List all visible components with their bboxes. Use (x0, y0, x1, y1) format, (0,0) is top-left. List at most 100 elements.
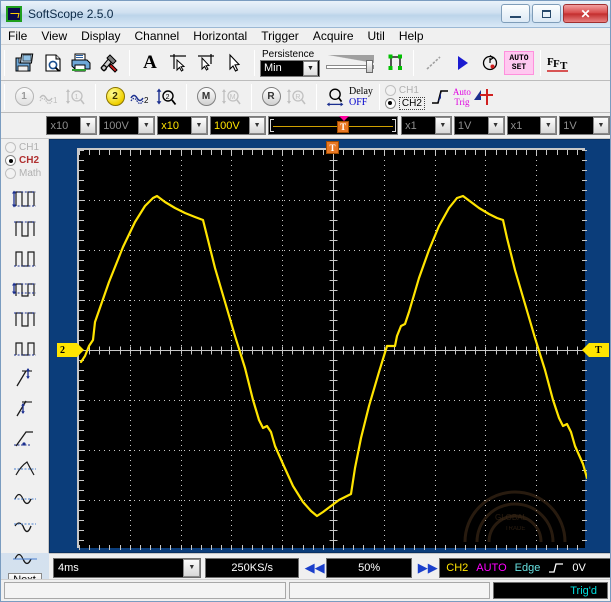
trigger-position-bar[interactable]: T (268, 116, 399, 135)
ref-enable-button[interactable]: R (258, 84, 284, 110)
minimize-button[interactable] (501, 4, 530, 23)
persistence-slider[interactable] (326, 52, 378, 74)
ch1-vertical-zoom-icon[interactable]: 1 (63, 84, 89, 110)
svg-text:1: 1 (53, 96, 58, 105)
delay-control[interactable]: Delay OFF (349, 86, 373, 108)
trigger-level-icon[interactable] (471, 84, 497, 110)
line-draw-icon[interactable] (420, 49, 448, 77)
auto-set-button[interactable]: AUTO SET (504, 50, 534, 75)
ref-volts-select[interactable]: 1V ▼ (559, 116, 610, 135)
toolbar-channels: 1 1 1 2 2 2 M M R R Delay OFF CH1 CH2 Au… (1, 81, 610, 113)
meas-preshoot-icon[interactable] (8, 394, 42, 423)
math-vertical-zoom-icon[interactable]: M (219, 84, 245, 110)
ch1-waveform-icon[interactable]: 1 (37, 84, 63, 110)
svg-text:R: R (295, 94, 300, 101)
print-icon[interactable] (67, 49, 95, 77)
chevron-down-icon[interactable]: ▼ (434, 117, 451, 134)
menu-display[interactable]: Display (74, 28, 127, 44)
chevron-down-icon[interactable]: ▼ (487, 117, 504, 134)
meas-vmin-icon[interactable] (8, 244, 42, 273)
sidebar-radio-math[interactable]: Math (5, 167, 48, 180)
meas-vbase-icon[interactable] (8, 334, 42, 363)
save-icon[interactable] (11, 49, 39, 77)
menu-help[interactable]: Help (392, 28, 431, 44)
ref-tool-group: R R (255, 81, 313, 112)
meas-vtop-icon[interactable] (8, 304, 42, 333)
trigger-source-ch1[interactable]: CH1 (384, 84, 425, 97)
math-enable-button[interactable]: M (193, 84, 219, 110)
timebase-select[interactable]: 4ms ▼ (53, 557, 202, 578)
math-probe-value: x1 (405, 119, 417, 132)
chevron-down-icon[interactable]: ▼ (191, 117, 207, 134)
chevron-down-icon[interactable]: ▼ (138, 117, 155, 134)
run-play-icon[interactable] (448, 49, 476, 77)
sidebar-radio-ch1[interactable]: CH1 (5, 141, 48, 154)
cursor-vertical-icon[interactable] (192, 49, 220, 77)
chevron-down-icon[interactable]: ▼ (183, 558, 201, 577)
menu-channel[interactable]: Channel (128, 28, 187, 44)
chevron-down-icon[interactable]: ▼ (592, 117, 609, 134)
ch1-probe-select[interactable]: x10 ▼ (46, 116, 98, 135)
close-button[interactable]: ✕ (563, 4, 608, 23)
ch1-enable-button[interactable]: 1 (11, 84, 37, 110)
maximize-button[interactable] (532, 4, 561, 23)
text-tool-icon[interactable]: A (136, 49, 164, 77)
toolbar-separator (4, 49, 5, 76)
toolbar-separator (413, 49, 414, 76)
position-next-button[interactable]: ▶▶ (418, 558, 438, 578)
auto-trig-button[interactable]: Auto Trig (453, 87, 471, 107)
trigger-level-marker[interactable]: T (582, 343, 609, 357)
fft-icon[interactable]: F F T (544, 49, 572, 77)
ch2-probe-select[interactable]: x10 ▼ (157, 116, 208, 135)
slider-knob[interactable] (366, 59, 373, 73)
ch2-ground-marker[interactable]: 2 (57, 343, 84, 357)
ch2-enable-button[interactable]: 2 (102, 84, 128, 110)
persistence-markers-icon[interactable] (382, 49, 410, 77)
meas-vrms-icon[interactable] (8, 514, 42, 543)
math-volts-select[interactable]: 1V ▼ (453, 116, 505, 135)
meas-risetime-icon[interactable] (8, 424, 42, 453)
menu-acquire[interactable]: Acquire (306, 28, 361, 44)
meas-falltime-icon[interactable] (8, 454, 42, 483)
chevron-down-icon[interactable]: ▼ (303, 60, 318, 76)
ref-probe-select[interactable]: x1 ▼ (506, 116, 558, 135)
trigger-source-ch2[interactable]: CH2 (384, 96, 425, 110)
math-probe-select[interactable]: x1 ▼ (401, 116, 452, 135)
meas-vmax-icon[interactable] (8, 214, 42, 243)
scope-graticule[interactable]: 2 T T GLOBAL TRADE (57, 141, 609, 550)
meas-vpp-icon[interactable] (8, 184, 42, 213)
menu-util[interactable]: Util (361, 28, 392, 44)
cursor-horizontal-icon[interactable] (164, 49, 192, 77)
toolbar-separator (540, 49, 541, 76)
radio-ch2-icon (5, 155, 16, 166)
chevron-down-icon[interactable]: ▼ (540, 117, 557, 134)
ch2-waveform-icon[interactable]: 2 (128, 84, 154, 110)
meas-overshoot-icon[interactable] (8, 364, 42, 393)
settings-tools-icon[interactable] (95, 49, 123, 77)
persistence-control: Persistence Min ▼ (260, 49, 320, 77)
menu-trigger[interactable]: Trigger (254, 28, 306, 44)
ch2-vertical-zoom-icon[interactable]: 2 (154, 84, 180, 110)
trigger-time-marker[interactable]: T (326, 141, 339, 154)
chevron-down-icon[interactable]: ▼ (80, 117, 97, 134)
ref-vertical-zoom-icon[interactable]: R (284, 84, 310, 110)
print-preview-icon[interactable] (39, 49, 67, 77)
trigger-edge-icon[interactable] (427, 84, 453, 110)
horizontal-zoom-icon[interactable] (323, 84, 349, 110)
menu-horizontal[interactable]: Horizontal (186, 28, 254, 44)
meas-vavg-icon[interactable] (8, 484, 42, 513)
timebase-value: 4ms (58, 561, 79, 574)
ch2-volts-select[interactable]: 100V ▼ (210, 116, 267, 135)
single-capture-icon[interactable] (476, 49, 504, 77)
meas-vamp-icon[interactable] (8, 274, 42, 303)
ch1-volts-select[interactable]: 100V ▼ (99, 116, 156, 135)
trigger-position-marker[interactable]: T (337, 121, 350, 133)
meas-vmid-icon[interactable] (8, 544, 42, 573)
menu-file[interactable]: File (1, 28, 34, 44)
pointer-icon[interactable] (220, 49, 248, 77)
chevron-down-icon[interactable]: ▼ (249, 117, 266, 134)
persistence-select[interactable]: Min ▼ (260, 59, 320, 77)
position-prev-button[interactable]: ◀◀ (305, 558, 325, 578)
sidebar-radio-ch2[interactable]: CH2 (5, 154, 48, 167)
menu-view[interactable]: View (34, 28, 74, 44)
